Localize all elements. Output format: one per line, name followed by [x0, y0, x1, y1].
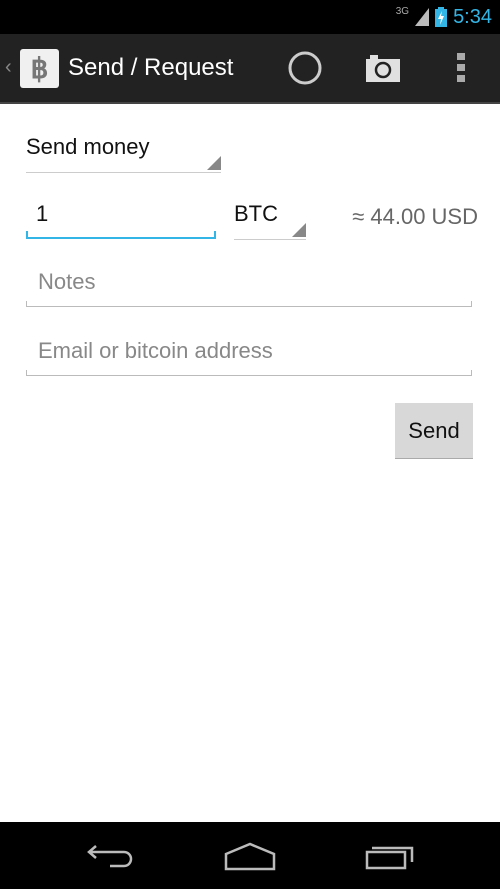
progress-circle-icon	[288, 51, 322, 85]
camera-icon	[366, 55, 400, 82]
battery-charging-icon	[435, 7, 448, 27]
recent-apps-icon	[365, 846, 414, 870]
currency-spinner[interactable]: BTC	[234, 201, 306, 240]
conversion-value: ≈ 44.00 USD	[352, 204, 478, 229]
dropdown-triangle-icon	[207, 156, 221, 170]
amount-input[interactable]: 1	[26, 201, 216, 239]
clock: 5:34	[453, 5, 492, 28]
overflow-menu-icon	[457, 53, 465, 82]
mode-spinner[interactable]: Send money	[26, 134, 221, 173]
up-caret-icon[interactable]: ‹	[5, 56, 12, 79]
overflow-menu-button[interactable]	[441, 48, 481, 88]
back-button[interactable]	[80, 840, 140, 872]
signal-icon	[415, 8, 430, 26]
currency-spinner-value: BTC	[234, 201, 278, 226]
send-button[interactable]: Send	[395, 403, 473, 459]
network-type: 3G	[395, 5, 410, 17]
mode-spinner-value: Send money	[26, 134, 150, 159]
notes-input[interactable]: Notes	[26, 269, 472, 307]
back-icon	[87, 845, 133, 868]
refresh-button[interactable]	[285, 48, 325, 88]
status-bar: 3G 5:34	[0, 0, 500, 34]
scan-qr-button[interactable]	[363, 48, 403, 88]
recent-apps-button[interactable]	[360, 840, 420, 872]
home-button[interactable]	[220, 840, 280, 872]
action-bar: ‹ ฿ Send / Request	[0, 34, 500, 104]
navigation-bar	[0, 822, 500, 889]
home-icon	[224, 842, 276, 871]
recipient-input[interactable]: Email or bitcoin address	[26, 338, 472, 376]
dropdown-triangle-icon	[292, 223, 306, 237]
page-title: Send / Request	[68, 54, 234, 81]
bitcoin-app-icon[interactable]: ฿	[20, 49, 59, 88]
